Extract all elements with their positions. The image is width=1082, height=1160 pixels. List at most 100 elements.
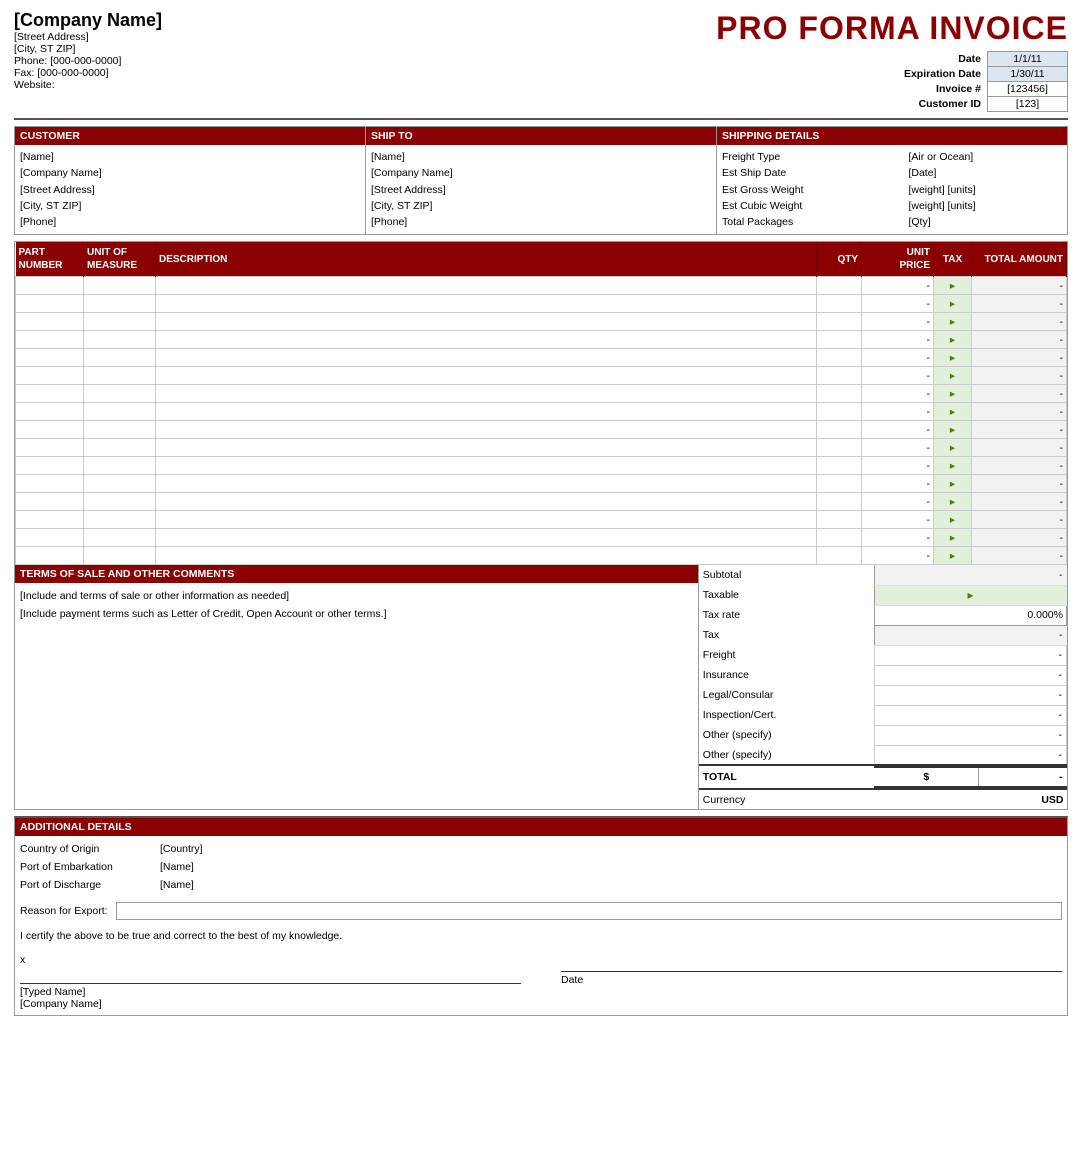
sig-block-left: x [Typed Name] [Company Name]	[20, 954, 521, 1010]
summary-section: Subtotal - Taxable ▸ Tax rate 0.000% Tax…	[699, 565, 1067, 809]
table-row: -▸-	[16, 493, 1067, 511]
cell-qty	[817, 277, 862, 295]
total-row: TOTAL $ -	[699, 765, 1067, 789]
cell-total-amount: -	[972, 529, 1067, 547]
cell-part-number	[16, 457, 84, 475]
cell-description	[156, 331, 817, 349]
bottom-row: TERMS OF SALE AND OTHER COMMENTS [Includ…	[14, 565, 1068, 810]
freight-row: Freight -	[699, 645, 1067, 665]
cell-tax: ▸	[934, 349, 972, 367]
cell-qty	[817, 457, 862, 475]
cell-qty	[817, 385, 862, 403]
sig-line-left	[20, 966, 521, 984]
info-row: CUSTOMER [Name] [Company Name] [Street A…	[14, 126, 1068, 235]
total-dollar: $	[874, 767, 979, 787]
date-value: 1/1/11	[988, 52, 1068, 67]
customer-name: [Name]	[20, 149, 360, 165]
cell-part-number	[16, 493, 84, 511]
tax-rate-label: Tax rate	[699, 605, 874, 625]
cell-total-amount: -	[972, 475, 1067, 493]
est-gross-label: Est Gross Weight	[722, 182, 908, 198]
tax-rate-row: Tax rate 0.000%	[699, 605, 1067, 625]
cell-unit-measure	[84, 529, 156, 547]
other2-label: Other (specify)	[699, 745, 874, 765]
subtotal-row: Subtotal -	[699, 565, 1067, 585]
cell-part-number	[16, 529, 84, 547]
cell-unit-measure	[84, 511, 156, 529]
table-row: -▸-	[16, 349, 1067, 367]
cell-tax: ▸	[934, 547, 972, 565]
cell-qty	[817, 367, 862, 385]
customer-section: CUSTOMER [Name] [Company Name] [Street A…	[15, 127, 366, 234]
other2-value: -	[874, 745, 1066, 765]
sig-company-name: [Company Name]	[20, 998, 521, 1010]
cell-unit-measure	[84, 295, 156, 313]
cell-total-amount: -	[972, 403, 1067, 421]
cell-total-amount: -	[972, 313, 1067, 331]
cell-unit-measure	[84, 439, 156, 457]
cell-description	[156, 367, 817, 385]
cell-part-number	[16, 349, 84, 367]
cell-unit-price: -	[862, 367, 934, 385]
currency-label: Currency	[699, 789, 874, 809]
est-cubic-value: [weight] [units]	[908, 198, 1062, 214]
cell-unit-measure	[84, 367, 156, 385]
country-label: Country of Origin	[20, 841, 160, 858]
currency-value: USD	[874, 789, 1066, 809]
signature-row: x [Typed Name] [Company Name] Date	[20, 954, 1062, 1010]
inspection-row: Inspection/Cert. -	[699, 705, 1067, 725]
tax-label: Tax	[699, 625, 874, 645]
cell-unit-measure	[84, 547, 156, 565]
customer-id-label: Customer ID	[901, 97, 988, 112]
ship-to-section: SHIP TO [Name] [Company Name] [Street Ad…	[366, 127, 717, 234]
date-sig-label: Date	[561, 974, 1062, 986]
table-row: -▸-	[16, 421, 1067, 439]
est-cubic-label: Est Cubic Weight	[722, 198, 908, 214]
cell-description	[156, 457, 817, 475]
expiration-value: 1/30/11	[988, 67, 1068, 82]
cell-unit-measure	[84, 313, 156, 331]
invoice-num-value: [123456]	[988, 82, 1068, 97]
cell-unit-measure	[84, 277, 156, 295]
tax-rate-value: 0.000%	[874, 605, 1066, 625]
legal-label: Legal/Consular	[699, 685, 874, 705]
customer-header: CUSTOMER	[15, 127, 365, 145]
ship-to-name: [Name]	[371, 149, 711, 165]
customer-body: [Name] [Company Name] [Street Address] […	[15, 145, 365, 234]
ship-to-phone: [Phone]	[371, 214, 711, 230]
expiration-label: Expiration Date	[901, 67, 988, 82]
table-row: -▸-	[16, 385, 1067, 403]
other2-row: Other (specify) -	[699, 745, 1067, 765]
table-row: -▸-	[16, 529, 1067, 547]
cell-qty	[817, 331, 862, 349]
cell-tax: ▸	[934, 457, 972, 475]
cell-qty	[817, 529, 862, 547]
port-dis-label: Port of Discharge	[20, 877, 160, 894]
items-table: PART NUMBER UNIT OFMEASURE DESCRIPTION Q…	[15, 242, 1067, 565]
additional-section: ADDITIONAL DETAILS Country of Origin [Co…	[14, 816, 1068, 1015]
currency-row: Currency USD	[699, 789, 1067, 809]
cell-qty	[817, 349, 862, 367]
other1-value: -	[874, 725, 1066, 745]
reason-label: Reason for Export:	[20, 905, 108, 917]
invoice-meta: Date 1/1/11 Expiration Date 1/30/11 Invo…	[716, 51, 1068, 112]
reason-input[interactable]	[116, 902, 1062, 920]
shipping-header: SHIPPING DETAILS	[717, 127, 1067, 145]
ship-to-street: [Street Address]	[371, 182, 711, 198]
cell-total-amount: -	[972, 367, 1067, 385]
subtotal-value: -	[874, 565, 1066, 585]
tax-row: Tax -	[699, 625, 1067, 645]
cell-unit-price: -	[862, 313, 934, 331]
cell-total-amount: -	[972, 439, 1067, 457]
cell-qty	[817, 403, 862, 421]
cell-total-amount: -	[972, 295, 1067, 313]
terms-line2: [Include payment terms such as Letter of…	[20, 606, 693, 624]
cell-unit-price: -	[862, 511, 934, 529]
cell-part-number	[16, 313, 84, 331]
cell-unit-price: -	[862, 529, 934, 547]
company-name: [Company Name]	[14, 10, 716, 31]
typed-name: [Typed Name]	[20, 986, 521, 998]
cell-tax: ▸	[934, 529, 972, 547]
x-mark: x	[20, 954, 521, 966]
col-unit-measure: UNIT OFMEASURE	[84, 242, 156, 277]
